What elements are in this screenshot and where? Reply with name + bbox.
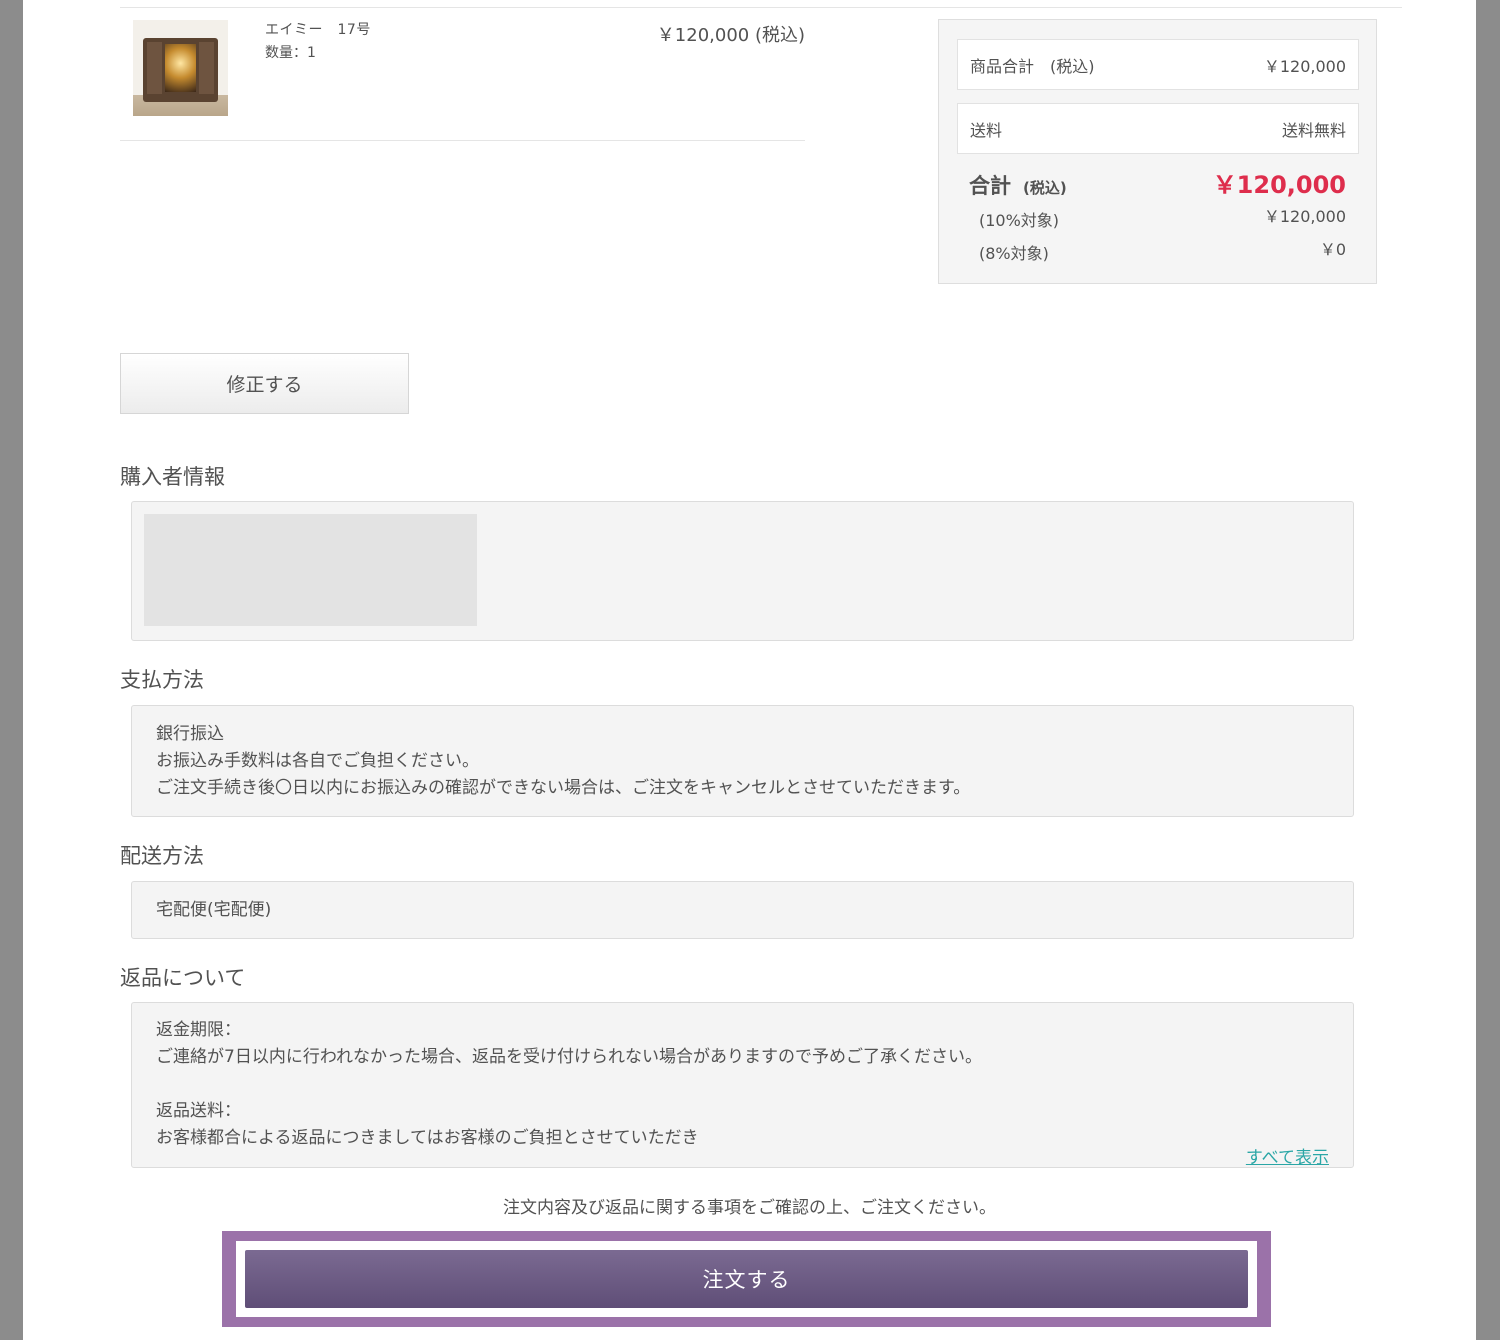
total-value: ￥120,000 [1212, 171, 1346, 199]
tax10-label: (10%対象) [979, 211, 1060, 230]
subtotal-row: 商品合計 (税込) ￥120,000 [957, 39, 1359, 90]
total-label: 合計 (税込) [969, 174, 1067, 198]
delivery-method-title: 配送方法 [120, 844, 204, 868]
returns-title: 返品について [120, 966, 246, 990]
refund-deadline-text: ご連絡が7日以内に行われなかった場合、返品を受け付けられない場合がありますので予… [156, 1047, 982, 1067]
edit-button[interactable]: 修正する [120, 353, 409, 414]
refund-deadline-label: 返金期限： [156, 1020, 241, 1040]
product-quantity: 数量：1 [265, 45, 316, 61]
show-all-link[interactable]: すべて表示 [1246, 1143, 1329, 1168]
shipping-fee-label: 送料 [970, 120, 1003, 140]
checkout-page: エイミー 17号 数量：1 ￥120,000 (税込) 商品合計 (税込) ￥1… [23, 0, 1476, 1340]
subtotal-value: ￥120,000 [1263, 56, 1346, 76]
product-name: エイミー 17号 [265, 22, 371, 38]
tax8-value: ￥0 [1319, 240, 1346, 259]
delivery-method-box: 宅配便(宅配便) [131, 881, 1354, 939]
payment-method-box: 銀行振込 お振込み手数料は各自でご負担ください。 ご注文手続き後〇日以内にお振込… [131, 705, 1354, 817]
return-shipping-text: お客様都合による返品につきましてはお客様のご負担とさせていただき [156, 1128, 699, 1148]
butsudan-cabinet-illustration [143, 38, 218, 102]
order-button-highlight: 注文する [222, 1231, 1271, 1327]
divider [120, 7, 1402, 8]
divider [120, 140, 805, 141]
buyer-info-redacted [144, 514, 477, 626]
order-summary: 商品合計 (税込) ￥120,000 送料 送料無料 合計 (税込) ￥120,0… [938, 19, 1377, 284]
buyer-info-title: 購入者情報 [120, 465, 225, 489]
payment-note-cancel: ご注文手続き後〇日以内にお振込みの確認ができない場合は、ご注文をキャンセルとさせ… [156, 778, 971, 798]
payment-note-fee: お振込み手数料は各自でご負担ください。 [156, 751, 479, 771]
shipping-fee-row: 送料 送料無料 [957, 103, 1359, 154]
delivery-method-name: 宅配便(宅配便) [156, 900, 272, 920]
product-image[interactable] [133, 20, 228, 116]
place-order-button[interactable]: 注文する [245, 1250, 1248, 1308]
total-tax-label: (税込) [1023, 179, 1067, 197]
tax8-label: (8%対象) [979, 244, 1049, 263]
payment-method-name: 銀行振込 [156, 724, 224, 744]
subtotal-label: 商品合計 (税込) [970, 56, 1095, 76]
product-price: ￥120,000 (税込) [656, 25, 805, 46]
returns-box: 返金期限： ご連絡が7日以内に行われなかった場合、返品を受け付けられない場合があ… [131, 1002, 1354, 1168]
return-shipping-label: 返品送料： [156, 1101, 241, 1121]
buyer-info-box [131, 501, 1354, 641]
shipping-fee-value: 送料無料 [1281, 120, 1346, 140]
payment-method-title: 支払方法 [120, 668, 204, 692]
tax10-value: ￥120,000 [1263, 207, 1346, 226]
confirm-note: 注文内容及び返品に関する事項をご確認の上、ご注文ください。 [503, 1198, 996, 1218]
